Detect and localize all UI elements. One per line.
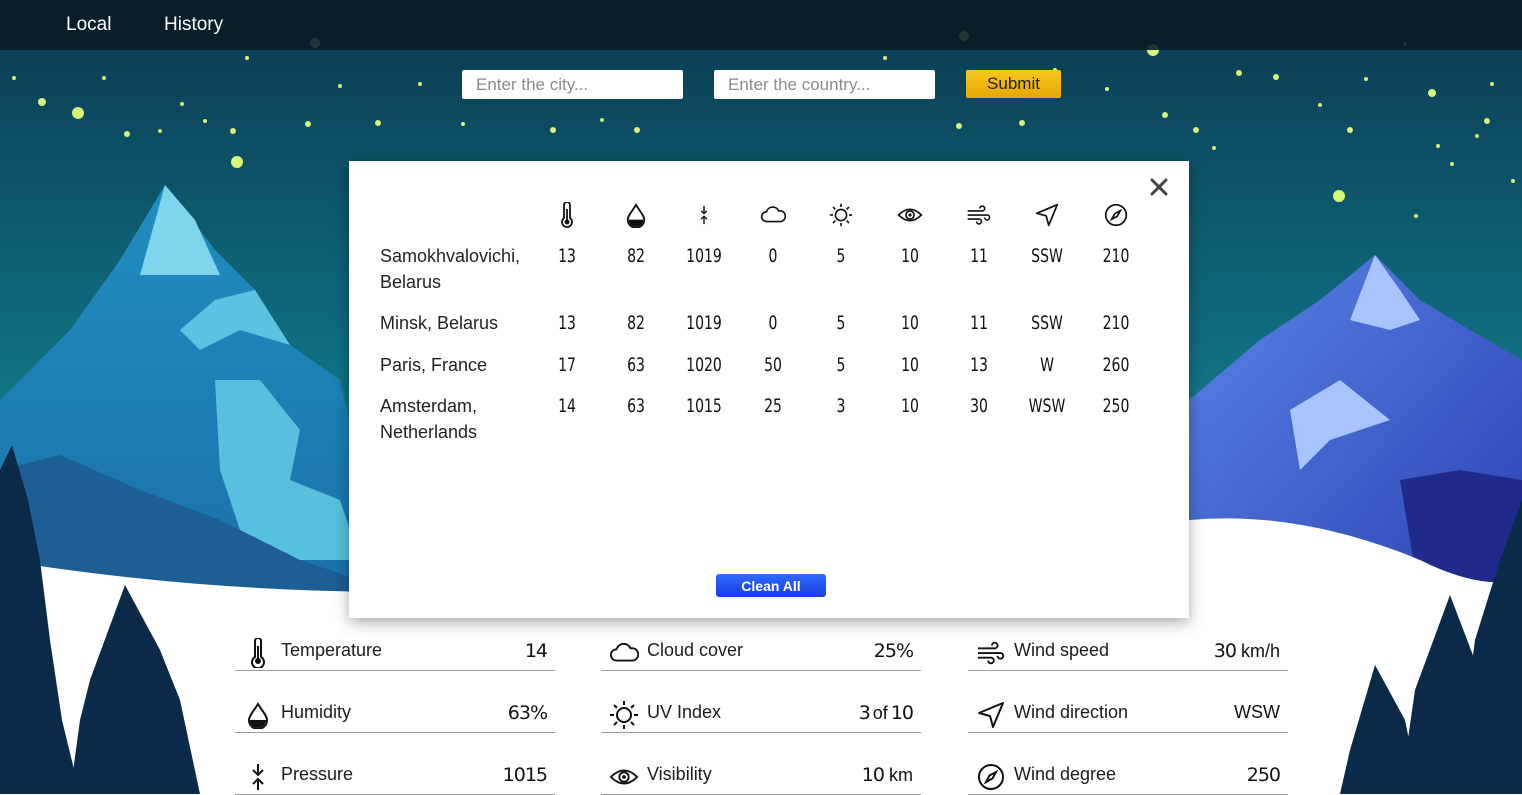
history-value-wind-direction: SSW — [1031, 245, 1063, 267]
history-value-cloud: 50 — [764, 354, 782, 376]
thermometer-icon — [550, 201, 584, 229]
sun-uv-icon — [609, 700, 639, 730]
stat-cloud-cover: Cloud cover 25% — [601, 636, 921, 671]
history-value-uv: 5 — [836, 312, 846, 334]
history-value-visibility: 10 — [901, 395, 919, 417]
history-city: Amsterdam, Netherlands — [380, 396, 478, 442]
stat-value: 63% — [507, 702, 548, 724]
history-value-pressure: 1019 — [686, 312, 722, 334]
nav-local-link[interactable]: Local — [66, 14, 111, 36]
stat-value: 30 km/h — [1213, 640, 1280, 662]
history-value-wind-speed: 13 — [970, 354, 988, 376]
stat-pressure: Pressure 1015 — [235, 760, 555, 795]
stat-wind-speed: Wind speed 30 km/h — [968, 636, 1288, 671]
history-value-wind-direction: W — [1040, 354, 1054, 376]
stat-label: Wind degree — [1014, 764, 1117, 784]
cloud-icon — [756, 201, 790, 229]
history-value-visibility: 10 — [901, 354, 919, 376]
history-value-temperature: 17 — [558, 354, 576, 376]
stat-label: Temperature — [281, 640, 383, 660]
history-value-wind-degree: 210 — [1102, 312, 1130, 334]
stat-label: Wind speed — [1014, 640, 1110, 660]
nav-history-link[interactable]: History — [164, 14, 223, 36]
clean-all-button[interactable]: Clean All — [716, 574, 826, 597]
history-value-cloud: 0 — [768, 312, 778, 334]
history-value-wind-direction: SSW — [1031, 312, 1063, 334]
stat-temperature: Temperature 14 — [235, 636, 555, 671]
stat-label: Visibility — [647, 764, 712, 784]
submit-button[interactable]: Submit — [966, 70, 1061, 98]
stat-value: 3 of 10 — [858, 702, 914, 724]
compass-icon — [1099, 201, 1133, 229]
humidity-drop-icon — [243, 700, 273, 730]
stat-value: 25% — [873, 640, 914, 662]
history-value-temperature: 13 — [558, 312, 576, 334]
stat-value: 1015 — [502, 764, 548, 786]
history-value-pressure: 1015 — [686, 395, 722, 417]
city-input[interactable] — [462, 70, 683, 99]
thermometer-icon — [243, 638, 273, 668]
pressure-icon — [687, 201, 721, 229]
history-value-uv: 5 — [836, 354, 846, 376]
history-value-humidity: 63 — [627, 354, 645, 376]
close-icon[interactable] — [1147, 175, 1171, 199]
eye-visibility-icon — [893, 201, 927, 229]
history-value-cloud: 25 — [764, 395, 782, 417]
history-value-humidity: 82 — [627, 245, 645, 267]
history-value-wind-degree: 260 — [1102, 354, 1130, 376]
compass-icon — [976, 762, 1006, 792]
stat-label: Wind direction — [1014, 702, 1129, 722]
history-value-cloud: 0 — [768, 245, 778, 267]
history-value-humidity: 82 — [627, 312, 645, 334]
stat-label: Cloud cover — [647, 640, 744, 660]
navigation-arrow-icon — [1030, 201, 1064, 229]
history-city: Minsk, Belarus — [380, 313, 499, 333]
history-value-humidity: 63 — [627, 395, 645, 417]
stat-label: Pressure — [281, 764, 354, 784]
eye-visibility-icon — [609, 762, 639, 792]
stat-label: UV Index — [647, 702, 722, 722]
history-value-visibility: 10 — [901, 312, 919, 334]
history-value-pressure: 1019 — [686, 245, 722, 267]
history-value-visibility: 10 — [901, 245, 919, 267]
history-value-uv: 3 — [836, 395, 846, 417]
history-city: Paris, France — [380, 355, 488, 375]
history-value-temperature: 13 — [558, 245, 576, 267]
history-value-uv: 5 — [836, 245, 846, 267]
country-input[interactable] — [714, 70, 935, 99]
wind-icon — [976, 638, 1006, 668]
stat-value: WSW — [1234, 702, 1280, 722]
stat-value: 10 km — [861, 764, 913, 786]
history-value-wind-speed: 11 — [970, 312, 988, 334]
history-value-pressure: 1020 — [686, 354, 722, 376]
history-modal: Samokhvalovichi, Belarus 13 82 1019 0 5 … — [349, 161, 1189, 618]
top-navigation-bar: Local History — [0, 0, 1522, 50]
stat-visibility: Visibility 10 km — [601, 760, 921, 795]
cloud-icon — [609, 638, 639, 668]
stat-wind-degree: Wind degree 250 — [968, 760, 1288, 795]
history-value-wind-degree: 250 — [1102, 395, 1130, 417]
stat-humidity: Humidity 63% — [235, 698, 555, 733]
history-city: Samokhvalovichi, Belarus — [380, 246, 521, 292]
stat-value: 250 — [1246, 764, 1281, 786]
stat-label: Humidity — [281, 702, 352, 722]
history-value-wind-direction: WSW — [1028, 395, 1066, 417]
history-value-wind-degree: 210 — [1102, 245, 1130, 267]
pressure-icon — [243, 762, 273, 792]
sun-uv-icon — [824, 201, 858, 229]
history-value-wind-speed: 11 — [970, 245, 988, 267]
stat-wind-direction: Wind direction WSW — [968, 698, 1288, 733]
wind-icon — [962, 201, 996, 229]
history-value-wind-speed: 30 — [970, 395, 988, 417]
navigation-arrow-icon — [976, 700, 1006, 730]
humidity-drop-icon — [619, 201, 653, 229]
history-value-temperature: 14 — [558, 395, 576, 417]
stat-value: 14 — [524, 640, 548, 662]
stat-uv-index: UV Index 3 of 10 — [601, 698, 921, 733]
